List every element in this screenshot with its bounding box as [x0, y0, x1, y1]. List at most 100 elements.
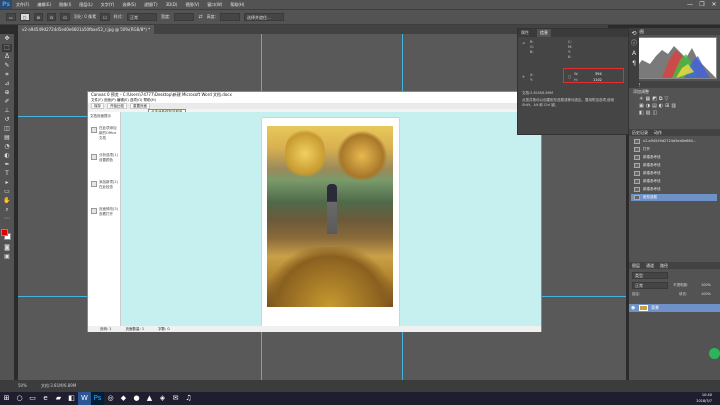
history-item[interactable]: 新建参考线: [631, 162, 717, 169]
tab-channels[interactable]: 通道: [646, 262, 654, 269]
eyedropper-icon[interactable]: ⊿: [2, 80, 12, 88]
menu-filter[interactable]: 滤镜(T): [140, 2, 162, 8]
menu-3d[interactable]: 3D(D): [162, 2, 182, 7]
pen-tool-icon[interactable]: ✒: [2, 161, 12, 169]
blur-tool-icon[interactable]: ◔: [2, 143, 12, 151]
app-icon[interactable]: ▲: [143, 392, 156, 405]
height-input[interactable]: [219, 13, 240, 21]
chrome-icon[interactable]: ◎: [104, 392, 117, 405]
more-tools-icon[interactable]: ⋯: [2, 215, 12, 223]
quick-select-icon[interactable]: ✎: [2, 62, 12, 70]
menu-file[interactable]: 文件(F): [12, 2, 33, 8]
hand-tool-icon[interactable]: ✋: [2, 197, 12, 205]
marquee-tool-icon[interactable]: ⬚: [2, 44, 12, 52]
dodge-tool-icon[interactable]: ◐: [2, 152, 12, 160]
file-explorer-icon[interactable]: ▰: [52, 392, 65, 405]
style-select[interactable]: 正常: [127, 13, 158, 21]
store-icon[interactable]: ◧: [65, 392, 78, 405]
history-brush-icon[interactable]: ↺: [2, 116, 12, 124]
tab-info[interactable]: 信息: [537, 29, 551, 37]
history-item-active[interactable]: 矩形选框: [631, 194, 717, 201]
floating-green-button[interactable]: [709, 348, 720, 359]
healing-brush-icon[interactable]: ⊕: [2, 89, 12, 97]
word-reset-button: 重置页面: [130, 103, 150, 109]
app-icon[interactable]: ●: [130, 392, 143, 405]
word-app-icon[interactable]: W: [78, 392, 91, 405]
screen-mode-icon[interactable]: ▣: [2, 253, 12, 261]
subtract-selection-icon[interactable]: ⊟: [46, 13, 57, 21]
adjustment-icons[interactable]: ☀▦◩⧉▽ ▣◑▤◐⊞▥ ◧▧◫: [639, 96, 709, 117]
intersect-selection-icon[interactable]: ⊡: [60, 13, 70, 21]
menu-help[interactable]: 帮助(H): [226, 2, 248, 8]
menu-select[interactable]: 选择(S): [118, 2, 140, 8]
history-item[interactable]: 新建参考线: [631, 186, 717, 193]
search-icon[interactable]: ○: [13, 392, 26, 405]
word-status-bar: 页码: 1 页面数量: 1 字数: 0: [88, 326, 541, 332]
fill-value[interactable]: 100%: [701, 292, 711, 296]
menu-edit[interactable]: 编辑(E): [33, 2, 55, 8]
menu-layer[interactable]: 图层(L): [75, 2, 96, 8]
color-swatches[interactable]: [0, 227, 14, 243]
menu-view[interactable]: 视图(V): [181, 2, 203, 8]
move-tool-icon[interactable]: ✥: [2, 35, 12, 43]
app-icon[interactable]: ♫: [182, 392, 195, 405]
edge-browser-icon[interactable]: e: [39, 392, 52, 405]
photoshop-app-icon[interactable]: Ps: [91, 392, 104, 405]
tab-layers[interactable]: 图层: [632, 262, 640, 269]
tab-properties[interactable]: 属性: [521, 29, 529, 37]
zoom-level[interactable]: 50%: [18, 380, 27, 392]
tab-paths[interactable]: 路径: [660, 262, 668, 269]
marquee-tool-preset-icon[interactable]: ▭: [6, 13, 16, 21]
info-panel-icon[interactable]: ⓘ: [630, 40, 638, 48]
gradient-icon[interactable]: ▤: [2, 134, 12, 142]
brush-tool-icon[interactable]: ✐: [2, 98, 12, 106]
task-view-icon[interactable]: ▭: [26, 392, 39, 405]
tab-history[interactable]: 历史记录: [632, 129, 648, 136]
history-item[interactable]: 打开: [631, 146, 717, 153]
system-clock[interactable]: 10:40 2018/3/7: [696, 392, 712, 405]
layer-row-background[interactable]: ◉ 背景: [629, 304, 720, 312]
crop-tool-icon[interactable]: ⌗: [2, 71, 12, 79]
add-selection-icon[interactable]: ⊞: [33, 13, 43, 21]
close-button[interactable]: ✕: [708, 0, 720, 9]
new-selection-icon[interactable]: ▢: [19, 13, 30, 21]
quick-mask-icon[interactable]: ◙: [2, 244, 12, 252]
eraser-icon[interactable]: ◫: [2, 125, 12, 133]
swap-icon[interactable]: ⇄: [198, 14, 202, 20]
lasso-tool-icon[interactable]: ᐃ: [2, 53, 12, 61]
opacity-value[interactable]: 100%: [701, 283, 711, 287]
history-item[interactable]: 新建参考线: [631, 178, 717, 185]
paragraph-panel-icon[interactable]: ¶: [630, 60, 638, 68]
shape-tool-icon[interactable]: ▭: [2, 188, 12, 196]
history-item[interactable]: 新建参考线: [631, 154, 717, 161]
layer-kind-filter[interactable]: 类型: [632, 272, 668, 279]
history-item[interactable]: 新建参考线: [631, 170, 717, 177]
clone-stamp-icon[interactable]: ⊥: [2, 107, 12, 115]
word-nav-header: 文档页面提示: [90, 114, 111, 118]
path-select-icon[interactable]: ▸: [2, 179, 12, 187]
layer-thumbnail: [639, 305, 648, 311]
menu-image[interactable]: 图像(I): [55, 2, 75, 8]
app-icon[interactable]: ◈: [156, 392, 169, 405]
history-panel-icon[interactable]: ⟲: [630, 30, 638, 38]
character-panel-icon[interactable]: A: [630, 50, 638, 58]
document-tab[interactable]: v2-a94549d2724d5ed0e6601a50fbae52_r.jpg …: [18, 25, 155, 34]
menu-window[interactable]: 窗口(W): [203, 2, 226, 8]
width-input[interactable]: [174, 13, 195, 21]
antialias-checkbox[interactable]: ☐: [100, 13, 110, 21]
maximize-button[interactable]: ❐: [696, 0, 708, 9]
doc-size-readout: 文档:3.81M/6.89M: [522, 91, 553, 95]
history-snapshot[interactable]: v2-a94549d2724d5ed0e660...: [631, 138, 717, 145]
tab-actions[interactable]: 动作: [654, 129, 662, 136]
eye-visibility-icon[interactable]: ◉: [631, 304, 635, 312]
minimize-button[interactable]: —: [684, 0, 696, 9]
menu-type[interactable]: 文字(Y): [97, 2, 119, 8]
app-icon[interactable]: ◆: [117, 392, 130, 405]
select-and-mask-button[interactable]: 选择并遮住...: [243, 13, 284, 21]
zoom-tool-icon[interactable]: ⌕: [2, 206, 12, 214]
app-icon[interactable]: ✉: [169, 392, 182, 405]
type-tool-icon[interactable]: T: [2, 170, 12, 178]
foreground-color-swatch[interactable]: [1, 229, 8, 236]
blend-mode-select[interactable]: 正常: [632, 282, 668, 289]
windows-start-icon[interactable]: ⊞: [0, 392, 13, 405]
